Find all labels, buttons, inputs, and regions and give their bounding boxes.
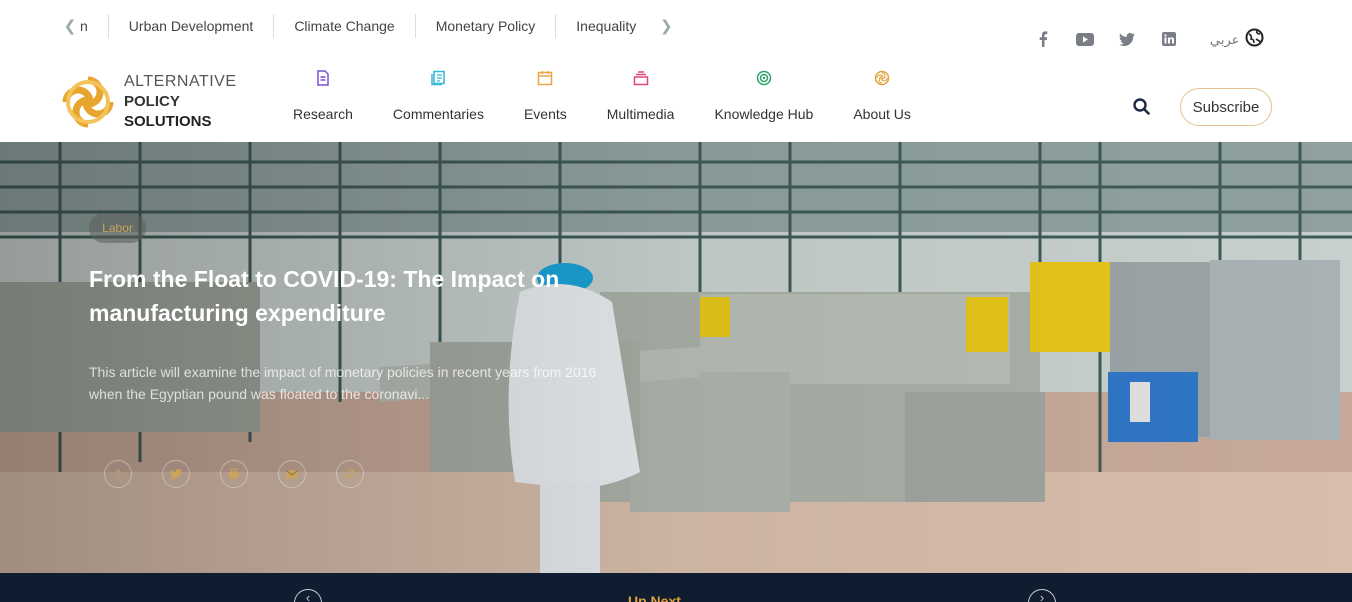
language-label: عربي	[1210, 32, 1240, 47]
share-twitter-icon[interactable]	[162, 460, 190, 488]
nav-research-label: Research	[293, 106, 353, 122]
twitter-icon[interactable]	[1116, 28, 1138, 50]
youtube-icon[interactable]	[1074, 28, 1096, 50]
nav-knowledge-hub[interactable]: Knowledge Hub	[694, 70, 833, 122]
prev-chevron-icon[interactable]: ‹	[294, 589, 322, 602]
logo-mark-icon	[58, 72, 118, 132]
logo-icon	[874, 70, 890, 86]
topic-monetary-policy[interactable]: Monetary Policy	[416, 14, 557, 38]
document-icon	[315, 70, 331, 86]
nav-about-us[interactable]: About Us	[833, 70, 931, 122]
nav-commentaries[interactable]: Commentaries	[373, 70, 504, 122]
nav-commentaries-label: Commentaries	[392, 106, 484, 122]
calendar-icon	[537, 70, 553, 86]
linkedin-icon[interactable]	[1158, 28, 1180, 50]
category-tag[interactable]: Labor	[89, 213, 146, 243]
nav-research[interactable]: Research	[273, 70, 373, 122]
share-print-icon[interactable]	[220, 460, 248, 488]
article-title[interactable]: From the Float to COVID-19: The Impact o…	[89, 262, 649, 330]
next-chevron-icon[interactable]: ›	[1028, 589, 1056, 602]
subscribe-button[interactable]: Subscribe	[1180, 88, 1272, 126]
share-email-icon[interactable]	[278, 460, 306, 488]
social-links	[1032, 28, 1180, 50]
logo-line-2: POLICY	[124, 93, 180, 110]
facebook-icon[interactable]	[1032, 28, 1054, 50]
share-buttons: f	[104, 460, 364, 488]
nav-about-us-label: About Us	[853, 106, 911, 122]
nav-events[interactable]: Events	[504, 70, 587, 122]
topic-inequality[interactable]: Inequality	[556, 14, 656, 38]
article-description: This article will examine the impact of …	[89, 364, 597, 402]
hero-banner[interactable]: Labor From the Float to COVID-19: The Im…	[0, 142, 1352, 573]
main-nav: Research Commentaries Events Multimedia …	[273, 70, 931, 126]
chevron-left-icon[interactable]: ❮	[60, 17, 80, 35]
media-icon	[633, 70, 649, 86]
nav-events-label: Events	[523, 106, 567, 122]
chevron-right-icon[interactable]: ❯	[656, 17, 676, 35]
topic-urban-development[interactable]: Urban Development	[109, 14, 275, 38]
language-switch[interactable]: عربي	[1210, 28, 1264, 52]
nav-multimedia-label: Multimedia	[606, 106, 675, 122]
globe-icon	[1245, 28, 1264, 52]
topic-climate-change[interactable]: Climate Change	[274, 14, 416, 38]
topic-item-partial[interactable]: n	[80, 14, 109, 38]
nav-knowledge-hub-label: Knowledge Hub	[714, 106, 814, 122]
up-next-bar: ‹ Up Next ›	[0, 573, 1352, 602]
share-link-icon[interactable]	[336, 460, 364, 488]
site-logo[interactable]: ALTERNATIVE POLICY SOLUTIONS	[58, 72, 236, 132]
nav-multimedia[interactable]: Multimedia	[587, 70, 695, 122]
logo-line-1: ALTERNATIVE	[124, 73, 237, 90]
topic-strip: ❮ n Urban Development Climate Change Mon…	[60, 11, 676, 41]
hero-overlay	[0, 142, 1352, 573]
search-icon[interactable]	[1133, 98, 1150, 115]
share-facebook-icon[interactable]: f	[104, 460, 132, 488]
target-icon	[756, 70, 772, 86]
up-next-label: Up Next	[628, 593, 681, 602]
notes-icon	[430, 70, 446, 86]
logo-line-3: SOLUTIONS	[124, 113, 212, 130]
